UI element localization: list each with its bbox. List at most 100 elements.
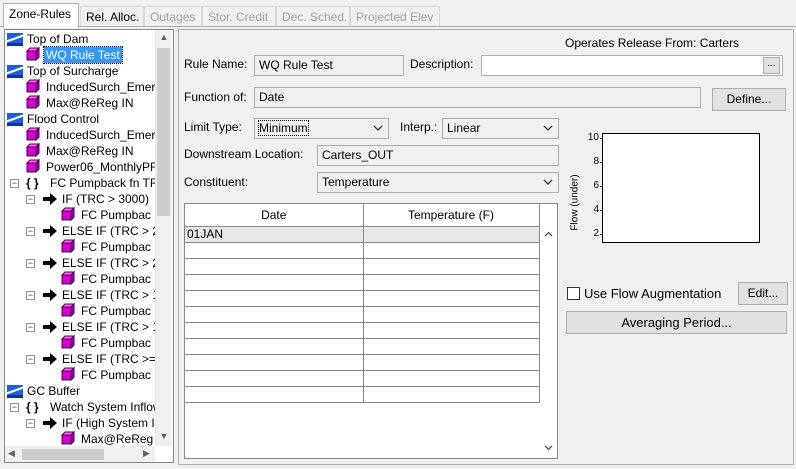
tree-item[interactable]: − ELSE IF (TRC > 1 [5,319,173,335]
date-cell[interactable] [185,305,364,323]
table-row[interactable] [185,353,540,371]
tree-item[interactable]: − IF (TRC > 3000) [5,191,173,207]
tree-item[interactable]: FC Pumpbac [5,367,173,383]
tree-item[interactable]: WQ Rule Test [5,46,173,64]
table-row[interactable] [185,257,540,275]
tree-item[interactable]: Top of Dam [5,31,173,47]
tree-item[interactable]: − ELSE IF (TRC >= [5,351,173,367]
collapse-icon[interactable]: − [26,259,35,268]
temperature-cell[interactable] [362,369,540,387]
use-flow-augmentation-label[interactable]: Use Flow Augmentation [584,286,721,301]
rule-name-field[interactable]: WQ Rule Test [254,55,404,76]
temperature-cell[interactable] [362,337,540,355]
tree-item-label[interactable]: FC Pumpbac [79,367,153,383]
tree-item[interactable]: Power06_MonthlyPF [5,159,173,175]
date-cell[interactable]: 01JAN [185,225,364,243]
date-cell[interactable] [185,369,364,387]
table-row[interactable] [185,241,540,259]
date-cell[interactable] [185,257,364,275]
tree-item-label[interactable]: IF (TRC > 3000) [60,191,151,207]
zone-rules-tree[interactable]: Top of Dam WQ Rule Test Top of Surcharge In… [4,29,174,463]
tree-item[interactable]: InducedSurch_Emer [5,79,173,95]
chevron-up-icon[interactable] [544,231,553,237]
tree-item-label[interactable]: FC Pumpbac [79,239,153,255]
date-cell[interactable] [185,353,364,371]
tree-item-label[interactable]: FC Pumpbac [79,207,153,223]
table-row[interactable] [185,321,540,339]
tree-item-label[interactable]: ELSE IF (TRC > 2 [60,255,161,271]
column-header-temperature[interactable]: Temperature (F) [362,204,540,227]
date-cell[interactable] [185,241,364,259]
tree-item[interactable]: Top of Surcharge [5,63,173,79]
description-field[interactable] [481,55,783,76]
tree-item-label[interactable]: FC Pumpbac [79,335,153,351]
tree-item-label[interactable]: Max@ReReg IN [44,95,136,111]
tree-item[interactable]: −{ } Watch System Inflow [5,399,173,415]
tree-item[interactable]: GC Buffer [5,383,173,399]
description-browse-button[interactable]: ... [763,57,780,74]
tree-item-label[interactable]: Top of Dam [25,31,90,47]
flow-augmentation-edit-button[interactable]: Edit... [738,282,788,305]
tree-item-label[interactable]: Max@ReReg IN [44,143,136,159]
table-row[interactable] [185,289,540,307]
tree-item-label[interactable]: FC Pumpback fn TR [48,175,160,191]
tree-item[interactable]: FC Pumpbac [5,271,173,287]
temperature-cell[interactable] [362,273,540,291]
tree-item[interactable]: FC Pumpbac [5,239,173,255]
collapse-icon[interactable]: − [26,291,35,300]
tree-item[interactable]: Max@ReReg IN [5,143,173,159]
constituent-select[interactable]: Temperature [317,172,559,193]
tree-item-label[interactable]: ELSE IF (TRC > 1 [60,319,161,335]
date-cell[interactable] [185,321,364,339]
collapse-icon[interactable]: − [26,227,35,236]
date-cell[interactable] [185,337,364,355]
temperature-cell[interactable] [362,385,540,403]
scroll-right-icon[interactable]: ▶ [143,448,150,459]
tree-item[interactable]: Flood Control [5,111,173,127]
tree-item[interactable]: FC Pumpbac [5,303,173,319]
date-cell[interactable] [185,385,364,403]
tree-item-label[interactable]: ELSE IF (TRC >= [60,351,158,367]
tree-item-label[interactable]: InducedSurch_Emer [44,79,157,95]
tree-item-label[interactable]: Watch System Inflow [48,399,164,415]
collapse-icon[interactable]: − [10,403,19,412]
tree-item[interactable]: InducedSurch_Emer [5,127,173,143]
tree-item[interactable]: FC Pumpbac [5,207,173,223]
tree-item-label[interactable]: Max@ReReg [79,431,155,447]
scroll-up-icon[interactable]: ▲ [156,32,172,42]
collapse-icon[interactable]: − [26,323,35,332]
temperature-cell[interactable] [362,241,540,259]
tree-item-label[interactable]: GC Buffer [25,383,82,399]
rule-table[interactable]: Date Temperature (F) 01JAN [184,203,558,459]
tree-item-label[interactable]: Top of Surcharge [25,63,120,79]
temperature-cell[interactable] [362,321,540,339]
temperature-cell[interactable] [362,305,540,323]
column-header-date[interactable]: Date [185,204,364,227]
scroll-down-icon[interactable]: ▼ [156,431,172,441]
tree-item-label[interactable]: Power06_MonthlyPF [44,159,159,175]
tree-item-label[interactable]: InducedSurch_Emer [44,127,157,143]
temperature-cell[interactable] [362,225,540,243]
averaging-period-button[interactable]: Averaging Period... [566,311,787,334]
tab-rel-alloc[interactable]: Rel. Alloc. [80,6,144,27]
table-row[interactable] [185,337,540,355]
use-flow-augmentation-checkbox[interactable] [567,287,580,300]
tree-item-label[interactable]: FC Pumpbac [79,271,153,287]
tree-vertical-scroll-thumb[interactable] [157,48,170,216]
tab-outages[interactable]: Outages [144,6,202,27]
temperature-cell[interactable] [362,257,540,275]
chevron-down-icon[interactable] [544,445,553,451]
tree-item-label[interactable]: ELSE IF (TRC > 2 [60,223,161,239]
tree-item[interactable]: Max@ReReg IN [5,95,173,111]
table-row[interactable] [185,273,540,291]
temperature-cell[interactable] [362,353,540,371]
limit-type-select[interactable]: Minimum [254,118,389,139]
collapse-icon[interactable]: − [26,355,35,364]
tree-item[interactable]: FC Pumpbac [5,335,173,351]
tab-dec-sched[interactable]: Dec. Sched. [276,6,350,27]
tree-item-label[interactable]: IF (High System I [60,415,157,431]
tree-item-label[interactable]: WQ Rule Test [43,46,123,64]
table-vertical-scrollbar[interactable] [540,225,557,458]
tab-stor-credit[interactable]: Stor. Credit [202,6,276,27]
tree-item[interactable]: −{ } FC Pumpback fn TR [5,175,173,191]
